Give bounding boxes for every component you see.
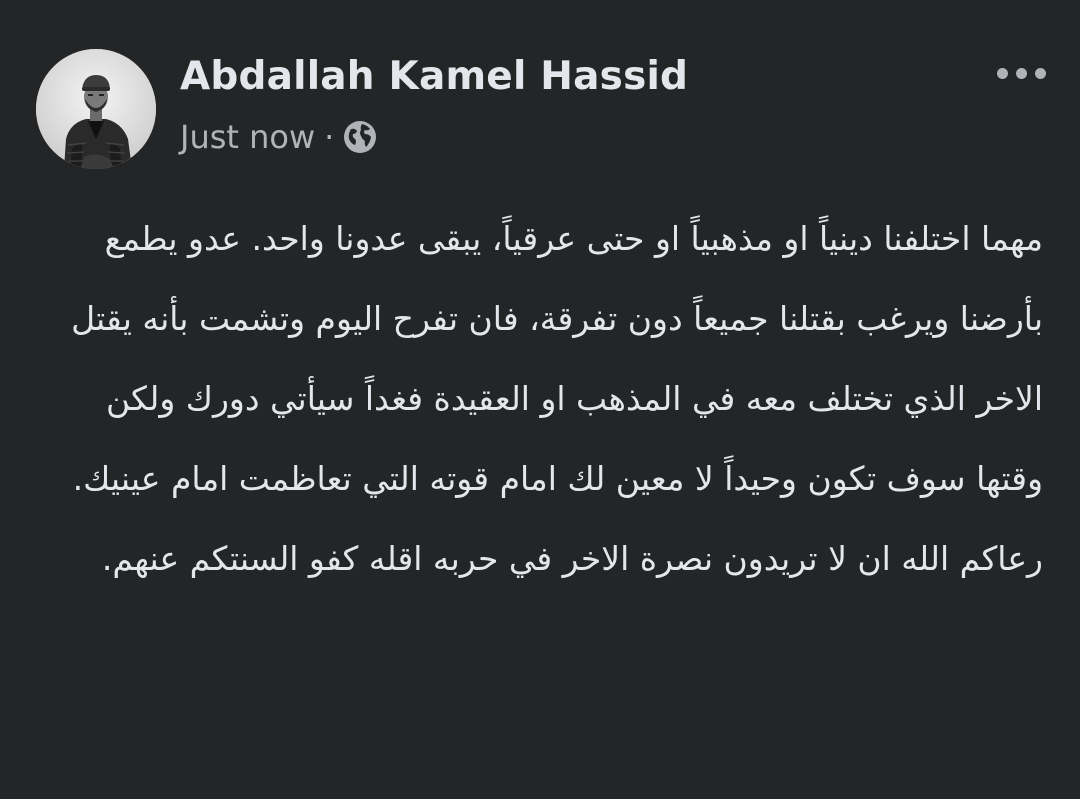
more-dot-icon	[1015, 67, 1027, 79]
more-dot-icon	[996, 67, 1008, 79]
more-options-button[interactable]	[986, 56, 1056, 90]
globe-icon[interactable]	[342, 119, 378, 155]
post-text: مهما اختلفنا دينياً او مذهبياً او حتى عر…	[71, 219, 1043, 578]
avatar-photo	[36, 49, 156, 169]
post-card: Abdallah Kamel Hassid Just now · مهما اخ…	[0, 0, 1080, 799]
author-name[interactable]: Abdallah Kamel Hassid	[180, 50, 688, 104]
avatar[interactable]	[36, 49, 156, 169]
post-meta: Just now ·	[180, 114, 378, 160]
more-dot-icon	[1034, 67, 1046, 79]
meta-separator: ·	[324, 118, 335, 156]
post-timestamp[interactable]: Just now	[180, 118, 315, 156]
